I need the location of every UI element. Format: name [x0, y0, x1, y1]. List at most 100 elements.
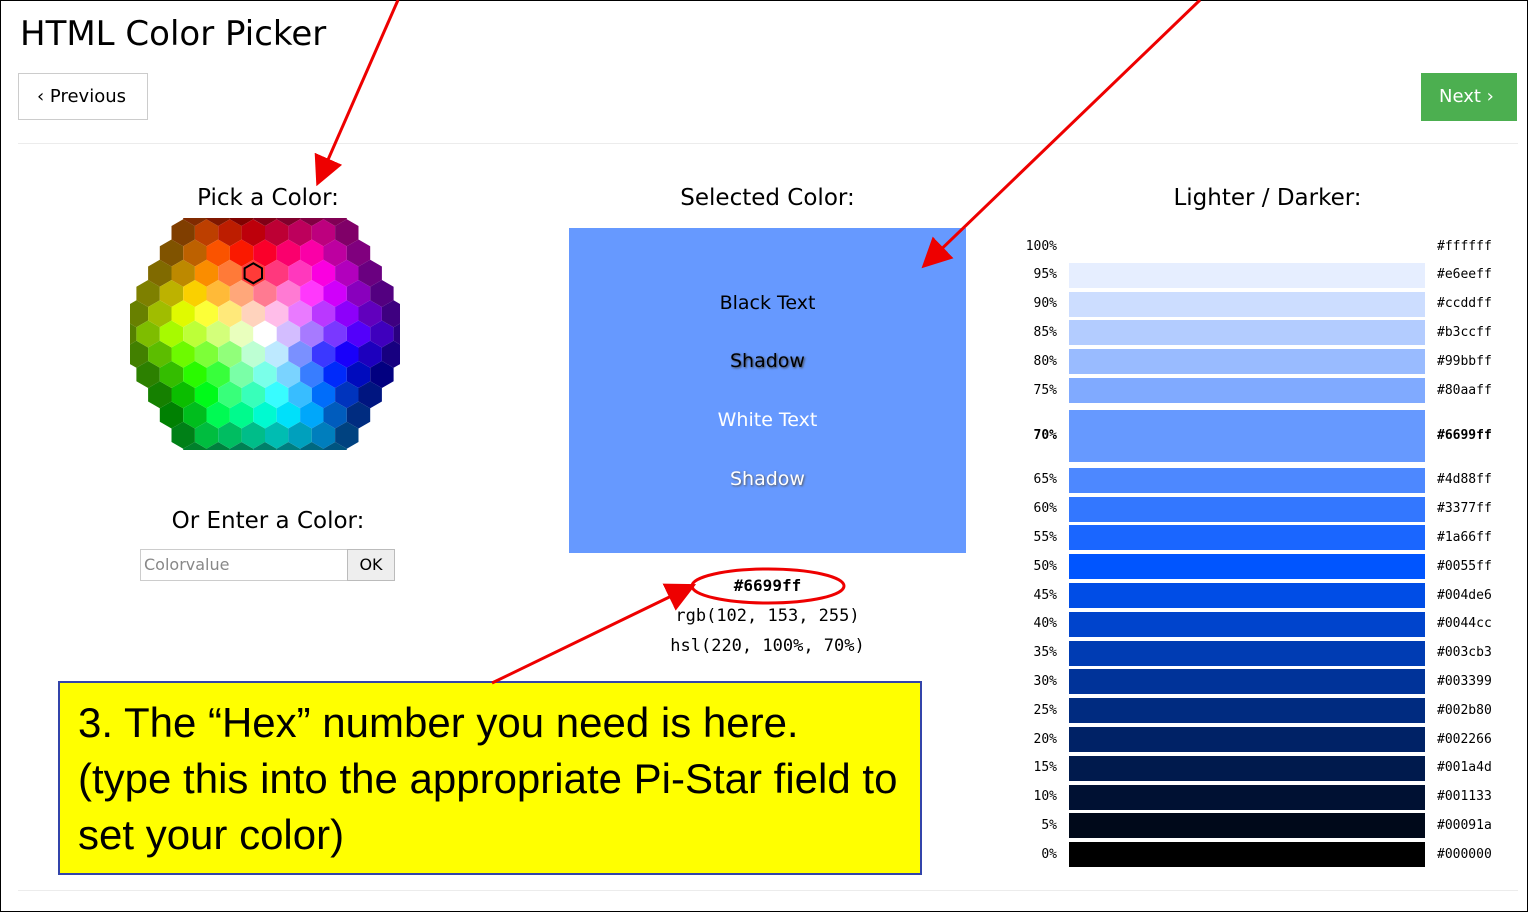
shade-hex: #b3ccff [1437, 324, 1492, 340]
shade-row[interactable]: 35% #003cb3 [1010, 640, 1520, 666]
shade-hex: #ffffff [1437, 238, 1492, 254]
shade-row[interactable]: 25% #002b80 [1010, 698, 1520, 724]
shade-swatch[interactable] [1069, 291, 1425, 317]
white-text-sample: White Text [717, 409, 818, 431]
shade-swatch[interactable] [1069, 320, 1425, 346]
shade-row[interactable]: 0% #000000 [1010, 842, 1520, 868]
shade-percent: 40% [1033, 616, 1057, 632]
selected-color-heading: Selected Color: [680, 185, 855, 211]
shade-row[interactable]: 30% #003399 [1010, 669, 1520, 695]
shade-swatch[interactable] [1069, 349, 1425, 375]
shade-hex: #001a4d [1437, 760, 1492, 776]
next-button[interactable]: Next › [1421, 73, 1517, 121]
shade-hex: #000000 [1437, 846, 1492, 862]
black-shadow-sample: Shadow [730, 350, 805, 372]
shade-hex: #80aaff [1437, 382, 1492, 398]
shade-swatch[interactable] [1069, 813, 1425, 839]
color-hexagon-map[interactable] [130, 218, 400, 450]
lighter-darker-heading: Lighter / Darker: [1173, 185, 1362, 211]
shade-row[interactable]: 90% #ccddff [1010, 291, 1520, 317]
shade-row[interactable]: 40% #0044cc [1010, 611, 1520, 637]
divider-top [18, 143, 1518, 144]
shade-row[interactable]: 65% #4d88ff [1010, 467, 1520, 493]
shade-percent: 100% [1025, 238, 1057, 254]
shade-row[interactable]: 80% #99bbff [1010, 349, 1520, 375]
shade-row[interactable]: 75% #80aaff [1010, 378, 1520, 403]
shade-swatch[interactable] [1069, 234, 1425, 259]
shade-swatch[interactable] [1069, 698, 1425, 724]
shade-row[interactable]: 55% #1a66ff [1010, 525, 1520, 551]
shade-hex: #99bbff [1437, 353, 1492, 369]
shade-hex: #0044cc [1437, 616, 1492, 632]
shade-swatch[interactable] [1069, 467, 1425, 493]
shade-row[interactable]: 15% #001a4d [1010, 755, 1520, 781]
shade-hex: #002b80 [1437, 702, 1492, 718]
shade-swatch[interactable] [1069, 554, 1425, 580]
shade-percent: 45% [1033, 587, 1057, 603]
shade-hex: #003399 [1437, 673, 1492, 689]
shade-hex: #002266 [1437, 731, 1492, 747]
page-title: HTML Color Picker [20, 14, 327, 54]
shade-percent: 15% [1033, 760, 1057, 776]
shade-row[interactable]: 85% #b3ccff [1010, 320, 1520, 346]
shade-row[interactable]: 100% #ffffff [1010, 234, 1520, 259]
shade-row[interactable]: 45% #004de6 [1010, 583, 1520, 608]
ok-button[interactable]: OK [347, 549, 395, 581]
rgb-value: rgb(102, 153, 255) [675, 606, 860, 626]
enter-color-heading: Or Enter a Color: [171, 508, 365, 534]
shade-row[interactable]: 50% #0055ff [1010, 554, 1520, 580]
shade-hex: #00091a [1437, 817, 1492, 833]
shade-hex: #4d88ff [1437, 472, 1492, 488]
shade-percent: 10% [1033, 789, 1057, 805]
shade-percent: 65% [1033, 472, 1057, 488]
color-value-input[interactable]: Colorvalue [140, 549, 348, 581]
shade-percent: 0% [1041, 846, 1057, 862]
hsl-value: hsl(220, 100%, 70%) [670, 636, 865, 656]
divider-bottom [18, 890, 1518, 891]
shade-row[interactable]: 70% #6699ff [1010, 409, 1520, 462]
hex-value: #6699ff [733, 576, 802, 595]
instruction-callout: 3. The “Hex” number you need is here. (t… [58, 681, 922, 875]
shade-swatch[interactable] [1069, 496, 1425, 522]
shade-percent: 75% [1033, 382, 1057, 398]
shade-row[interactable]: 5% #00091a [1010, 813, 1520, 839]
shade-swatch[interactable] [1069, 262, 1425, 288]
shade-swatch[interactable] [1069, 409, 1425, 462]
shade-row[interactable]: 95% #e6eeff [1010, 262, 1520, 288]
shade-swatch[interactable] [1069, 784, 1425, 810]
shade-row[interactable]: 60% #3377ff [1010, 496, 1520, 522]
shade-swatch[interactable] [1069, 378, 1425, 403]
shade-percent: 20% [1033, 731, 1057, 747]
pick-color-heading: Pick a Color: [197, 185, 339, 211]
previous-button[interactable]: ‹ Previous [18, 73, 148, 120]
shade-hex: #e6eeff [1437, 267, 1492, 283]
white-shadow-sample: Shadow [730, 468, 805, 490]
shade-percent: 55% [1033, 529, 1057, 545]
shade-hex: #ccddff [1437, 296, 1492, 312]
shade-swatch[interactable] [1069, 611, 1425, 637]
shade-percent: 90% [1033, 296, 1057, 312]
shade-swatch[interactable] [1069, 640, 1425, 666]
shade-hex: #001133 [1437, 789, 1492, 805]
black-text-sample: Black Text [719, 292, 816, 314]
shade-hex: #1a66ff [1437, 529, 1492, 545]
shade-row[interactable]: 10% #001133 [1010, 784, 1520, 810]
shade-swatch[interactable] [1069, 525, 1425, 551]
shade-swatch[interactable] [1069, 842, 1425, 868]
shade-percent: 60% [1033, 501, 1057, 517]
selected-color-swatch: Black Text Shadow White Text Shadow [569, 228, 966, 553]
shade-percent: 30% [1033, 673, 1057, 689]
shade-percent: 85% [1033, 324, 1057, 340]
shade-percent: 5% [1041, 817, 1057, 833]
shade-swatch[interactable] [1069, 727, 1425, 752]
shade-row[interactable]: 20% #002266 [1010, 727, 1520, 752]
shade-swatch[interactable] [1069, 583, 1425, 608]
shade-swatch[interactable] [1069, 669, 1425, 695]
shade-hex: #003cb3 [1437, 645, 1492, 661]
shade-percent: 35% [1033, 645, 1057, 661]
shade-swatch[interactable] [1069, 755, 1425, 781]
shade-hex: #6699ff [1437, 427, 1492, 443]
shade-percent: 95% [1033, 267, 1057, 283]
shade-percent: 70% [1033, 427, 1057, 443]
shade-hex: #0055ff [1437, 558, 1492, 574]
